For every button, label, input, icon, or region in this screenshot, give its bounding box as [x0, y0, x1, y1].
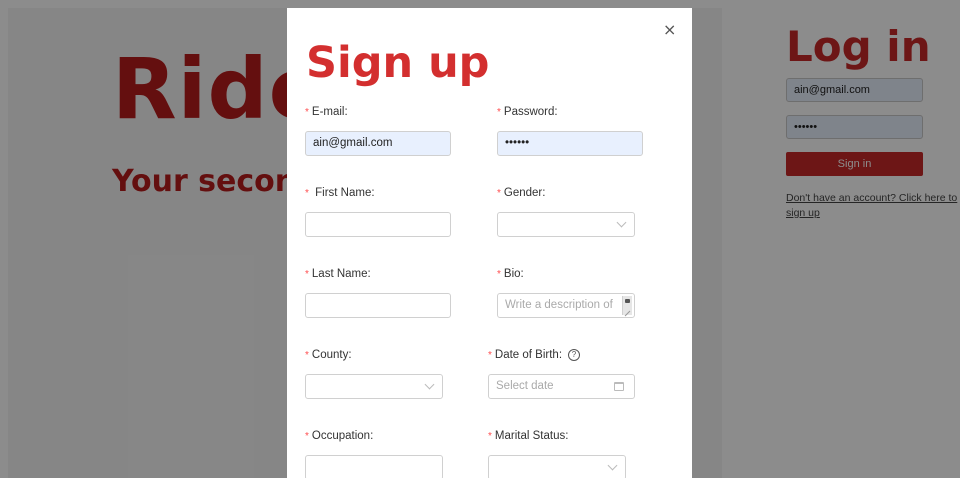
- close-icon[interactable]: ×: [663, 20, 676, 40]
- bio-label: * Bio:: [497, 268, 524, 280]
- required-mark: *: [305, 188, 309, 199]
- email-label: * E-mail:: [305, 106, 348, 118]
- required-mark: *: [305, 350, 309, 361]
- required-mark: *: [488, 350, 492, 361]
- textarea-scrollbar[interactable]: [622, 296, 632, 315]
- password-input[interactable]: ••••••: [497, 131, 643, 156]
- gender-select[interactable]: [497, 212, 635, 237]
- required-mark: *: [497, 269, 501, 280]
- first-name-input[interactable]: [305, 212, 451, 237]
- chevron-down-icon: [424, 379, 435, 390]
- chevron-down-icon: [607, 460, 618, 471]
- date-of-birth-label: * Date of Birth:?: [488, 349, 581, 361]
- required-mark: *: [497, 188, 501, 199]
- bio-placeholder: Write a description of: [505, 299, 613, 311]
- required-mark: *: [488, 431, 492, 442]
- calendar-icon: [614, 382, 624, 391]
- question-circle-icon[interactable]: ?: [568, 349, 581, 361]
- occupation-label: * Occupation:: [305, 430, 374, 442]
- county-select[interactable]: [305, 374, 443, 399]
- signup-modal: × Sign up * E-mail: ain@gmail.com * Passwo…: [287, 8, 692, 478]
- required-mark: *: [305, 431, 309, 442]
- bio-textarea[interactable]: Write a description of: [497, 293, 635, 318]
- required-mark: *: [497, 107, 501, 118]
- county-label: * County:: [305, 349, 352, 361]
- last-name-input[interactable]: [305, 293, 451, 318]
- required-mark: *: [305, 107, 309, 118]
- marital-status-select[interactable]: [488, 455, 626, 478]
- modal-title: Sign up: [306, 38, 490, 88]
- date-of-birth-picker[interactable]: Select date: [488, 374, 635, 399]
- chevron-down-icon: [616, 217, 627, 228]
- required-mark: *: [305, 269, 309, 280]
- marital-status-label: * Marital Status:: [488, 430, 569, 442]
- email-input[interactable]: ain@gmail.com: [305, 131, 451, 156]
- last-name-label: * Last Name:: [305, 268, 371, 280]
- gender-label: * Gender:: [497, 187, 546, 199]
- date-placeholder: Select date: [496, 380, 554, 392]
- first-name-label: * First Name:: [305, 187, 375, 199]
- occupation-input[interactable]: [305, 455, 443, 478]
- password-label: * Password:: [497, 106, 558, 118]
